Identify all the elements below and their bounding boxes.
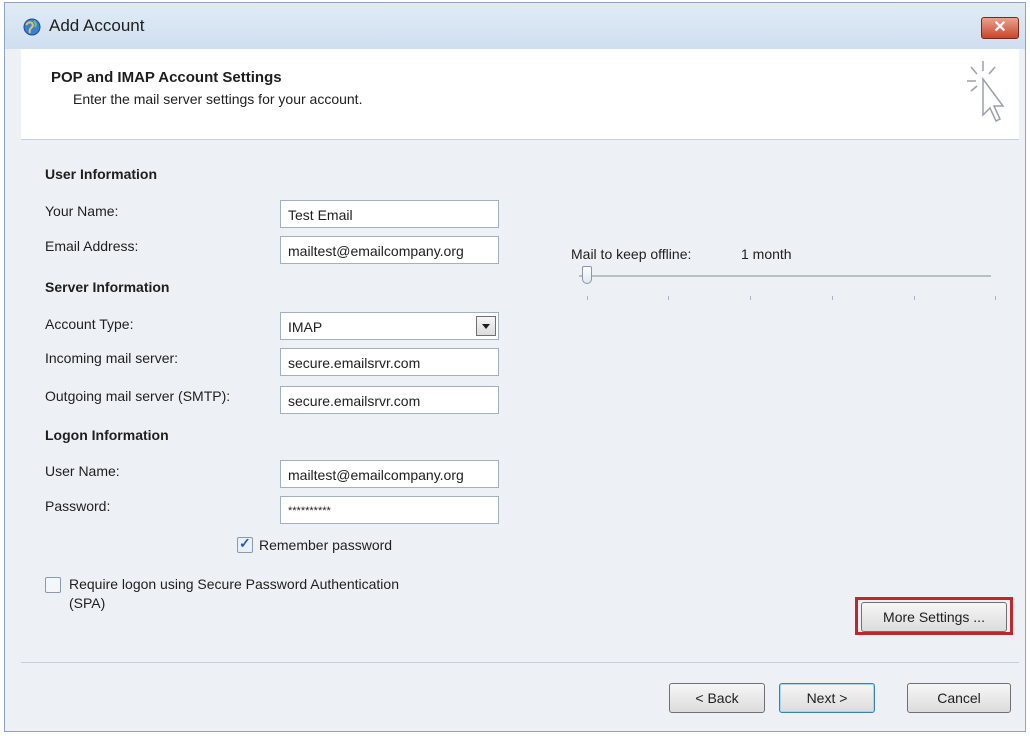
back-button[interactable]: < Back — [669, 683, 765, 713]
incoming-server-label: Incoming mail server: — [45, 350, 179, 366]
account-type-select[interactable]: IMAP — [280, 312, 499, 340]
offline-slider-thumb[interactable] — [582, 266, 592, 284]
password-input[interactable]: ********** — [280, 496, 499, 524]
spa-label-line1: Require logon using Secure Password Auth… — [69, 576, 399, 592]
slider-tick — [587, 296, 588, 300]
slider-tick — [914, 296, 915, 300]
outlook-globe-icon — [23, 18, 41, 36]
account-type-label: Account Type: — [45, 316, 134, 332]
page-title: POP and IMAP Account Settings — [51, 69, 282, 86]
click-cursor-icon — [967, 61, 1005, 123]
email-address-label: Email Address: — [45, 238, 139, 254]
offline-value: 1 month — [741, 246, 792, 262]
slider-tick — [995, 296, 996, 300]
account-type-value: IMAP — [288, 319, 323, 335]
password-label: Password: — [45, 498, 111, 514]
settings-panel: User Information Your Name: Test Email E… — [21, 140, 1019, 662]
add-account-window: Add Account ✕ POP and IMAP Account Setti… — [4, 2, 1026, 732]
more-settings-button[interactable]: More Settings ... — [861, 602, 1007, 632]
spa-checkbox[interactable] — [45, 577, 61, 593]
wizard-header: POP and IMAP Account Settings Enter the … — [21, 49, 1019, 140]
remember-password-checkbox[interactable] — [237, 535, 253, 553]
email-address-input[interactable]: mailtest@emailcompany.org — [280, 236, 499, 264]
outgoing-server-label: Outgoing mail server (SMTP): — [45, 388, 231, 404]
slider-tick — [668, 296, 669, 300]
slider-tick — [832, 296, 833, 300]
incoming-server-input[interactable]: secure.emailsrvr.com — [280, 348, 499, 376]
remember-password-label: Remember password — [259, 537, 393, 553]
your-name-input[interactable]: Test Email — [280, 200, 499, 228]
chevron-down-icon[interactable] — [476, 316, 496, 336]
next-button[interactable]: Next > — [779, 683, 875, 713]
page-subtitle: Enter the mail server settings for your … — [73, 91, 363, 107]
offline-slider-track[interactable] — [579, 275, 991, 277]
close-button[interactable]: ✕ — [981, 17, 1019, 39]
cancel-button[interactable]: Cancel — [907, 683, 1011, 713]
user-info-heading: User Information — [45, 166, 158, 182]
offline-label: Mail to keep offline: — [571, 246, 692, 262]
footer-divider — [21, 662, 1019, 663]
user-name-label: User Name: — [45, 463, 120, 479]
your-name-label: Your Name: — [45, 203, 119, 219]
slider-tick — [750, 296, 751, 300]
logon-info-heading: Logon Information — [45, 427, 169, 443]
window-title: Add Account — [49, 16, 145, 35]
spa-label-line2: (SPA) — [69, 595, 106, 611]
user-name-input[interactable]: mailtest@emailcompany.org — [280, 460, 499, 488]
title-bar: Add Account ✕ — [5, 3, 1025, 49]
server-info-heading: Server Information — [45, 279, 170, 295]
outgoing-server-input[interactable]: secure.emailsrvr.com — [280, 386, 499, 414]
